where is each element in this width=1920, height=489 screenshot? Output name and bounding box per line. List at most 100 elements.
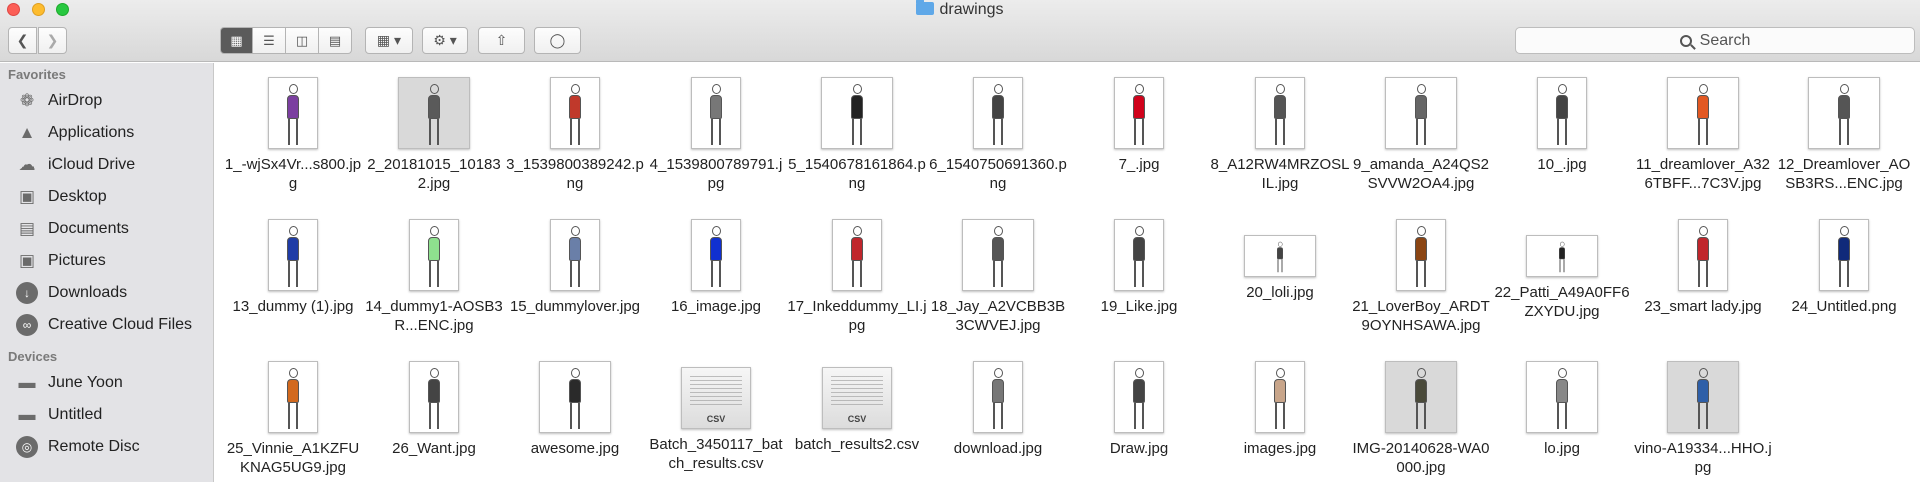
image-thumbnail [691, 77, 741, 149]
gallery-icon: ▤ [328, 32, 342, 48]
file-item[interactable]: 11_dreamlover_A326TBFF...7C3V.jpg [1633, 65, 1773, 205]
share-button[interactable]: ⇧ [478, 27, 525, 54]
list-icon: ☰ [263, 32, 275, 48]
sidebar-item-june-yoon[interactable]: ▬ June Yoon [0, 367, 213, 399]
file-item[interactable]: Draw.jpg [1069, 349, 1209, 489]
image-thumbnail [1808, 77, 1880, 149]
sidebar-item-label: AirDrop [48, 92, 103, 109]
tags-button[interactable]: ◯ [534, 27, 581, 54]
icon-view-button[interactable]: ▦ [220, 27, 253, 54]
sidebar-item-documents[interactable]: ▤ Documents [0, 213, 213, 245]
sidebar-item-remote-disc[interactable]: ◎ Remote Disc [0, 431, 213, 463]
image-thumbnail [1114, 77, 1164, 149]
file-item[interactable]: 24_Untitled.png [1774, 207, 1914, 347]
sidebar-item-icloud-drive[interactable]: ☁ iCloud Drive [0, 149, 213, 181]
file-name: Batch_3450117_batch_results.csv [649, 436, 783, 472]
file-item[interactable]: 20_loli.jpg [1210, 207, 1350, 347]
sidebar-item-downloads[interactable]: ↓ Downloads [0, 277, 213, 309]
sidebar-item-airdrop[interactable]: ❁ AirDrop [0, 85, 213, 117]
image-thumbnail [1678, 219, 1728, 291]
file-item[interactable]: 23_smart lady.jpg [1633, 207, 1773, 347]
grid-icon: ▦ [230, 32, 243, 48]
gallery-view-button[interactable]: ▤ [319, 27, 352, 54]
arrange-button[interactable]: ▦ ▾ [365, 27, 413, 54]
file-item[interactable]: lo.jpg [1492, 349, 1632, 489]
file-item[interactable]: 26_Want.jpg [364, 349, 504, 489]
sidebar-item-label: Applications [48, 124, 135, 141]
csv-file-icon: CSV [681, 367, 751, 429]
image-thumbnail [550, 77, 600, 149]
file-item[interactable]: 2_20181015_101832.jpg [364, 65, 504, 205]
sidebar-item-label: iCloud Drive [48, 156, 136, 173]
file-item[interactable]: IMG-20140628-WA0000.jpg [1351, 349, 1491, 489]
sidebar-item-desktop[interactable]: ▣ Desktop [0, 181, 213, 213]
file-name: vino-A19334...HHO.jpg [1634, 440, 1772, 476]
file-item[interactable]: 6_1540750691360.png [928, 65, 1068, 205]
sidebar-item-creative-cloud-files[interactable]: ∞ Creative Cloud Files [0, 309, 213, 341]
file-item[interactable]: 13_dummy (1).jpg [223, 207, 363, 347]
back-button[interactable]: ❮ [8, 27, 37, 54]
arrange-grid-icon: ▦ ▾ [376, 32, 402, 48]
file-item[interactable]: 21_LoverBoy_ARDT9OYNHSAWA.jpg [1351, 207, 1491, 347]
sidebar-item-label: Creative Cloud Files [48, 316, 193, 333]
desktop-icon: ▣ [18, 187, 36, 206]
file-item[interactable]: 9_amanda_A24QS2SVVW2OA4.jpg [1351, 65, 1491, 205]
file-item[interactable]: 19_Like.jpg [1069, 207, 1209, 347]
file-item[interactable]: download.jpg [928, 349, 1068, 489]
figure-drawing [569, 362, 581, 429]
sidebar-item-applications[interactable]: ▲ Applications [0, 117, 213, 149]
search-field[interactable]: Search [1515, 27, 1915, 54]
chevron-left-icon: ❮ [16, 32, 29, 48]
sidebar-item-label: Remote Disc [48, 438, 140, 455]
figure-drawing [287, 362, 299, 429]
image-thumbnail [539, 361, 611, 433]
file-item[interactable]: 12_Dreamlover_AOSB3RS...ENC.jpg [1774, 65, 1914, 205]
sidebar-item-label: Documents [48, 220, 129, 237]
image-thumbnail [1667, 77, 1739, 149]
file-item[interactable]: 17_Inkeddummy_LI.jpg [787, 207, 927, 347]
sidebar: Favorites ❁ AirDrop ▲ Applications ☁ iCloud D… [0, 63, 214, 482]
file-name: 11_dreamlover_A326TBFF...7C3V.jpg [1636, 156, 1770, 192]
columns-icon: ◫ [295, 32, 309, 48]
file-item[interactable]: 10_.jpg [1492, 65, 1632, 205]
forward-button[interactable]: ❯ [38, 27, 67, 54]
computer-icon: ▬ [18, 373, 36, 392]
sidebar-item-untitled[interactable]: ▬ Untitled [0, 399, 213, 431]
file-item[interactable]: images.jpg [1210, 349, 1350, 489]
figure-drawing [1415, 220, 1427, 287]
file-item[interactable]: 3_1539800389242.png [505, 65, 645, 205]
file-item[interactable]: vino-A19334...HHO.jpg [1633, 349, 1773, 489]
action-button[interactable]: ⚙ ▾ [422, 27, 468, 54]
view-mode-switcher: ▦ ☰ ◫ ▤ [220, 27, 352, 54]
file-item[interactable]: 4_1539800789791.jpg [646, 65, 786, 205]
file-item[interactable]: 22_Patti_A49A0FF6ZXYDU.jpg [1492, 207, 1632, 347]
image-thumbnail [973, 361, 1023, 433]
image-thumbnail [268, 77, 318, 149]
file-item[interactable]: 7_.jpg [1069, 65, 1209, 205]
list-view-button[interactable]: ☰ [253, 27, 286, 54]
image-thumbnail [1385, 361, 1457, 433]
file-item[interactable]: 14_dummy1-AOSB3R...ENC.jpg [364, 207, 504, 347]
file-item[interactable]: CSV batch_results2.csv [787, 349, 927, 489]
file-item[interactable]: 8_A12RW4MRZOSLIL.jpg [1210, 65, 1350, 205]
airdrop-icon: ❁ [19, 91, 35, 110]
file-item[interactable]: 18_Jay_A2VCBB3B3CWVEJ.jpg [928, 207, 1068, 347]
figure-drawing [992, 362, 1004, 429]
file-item[interactable]: 16_image.jpg [646, 207, 786, 347]
figure-drawing [1415, 78, 1427, 145]
sidebar-item-pictures[interactable]: ▣ Pictures [0, 245, 213, 277]
image-thumbnail [1255, 361, 1305, 433]
file-item[interactable]: 1_-wjSx4Vr...s800.jpg [223, 65, 363, 205]
column-view-button[interactable]: ◫ [286, 27, 319, 54]
figure-drawing [1559, 239, 1565, 273]
file-item[interactable]: 15_dummylover.jpg [505, 207, 645, 347]
file-item[interactable]: 5_1540678161864.png [787, 65, 927, 205]
figure-drawing [1133, 78, 1145, 145]
image-thumbnail [398, 77, 470, 149]
file-item[interactable]: 25_Vinnie_A1KZFUKNAG5UG9.jpg [223, 349, 363, 489]
file-item[interactable]: awesome.jpg [505, 349, 645, 489]
image-thumbnail [1114, 219, 1164, 291]
file-item[interactable]: CSV Batch_3450117_batch_results.csv [646, 349, 786, 489]
file-name: 12_Dreamlover_AOSB3RS...ENC.jpg [1777, 156, 1911, 192]
sidebar-item-label: Untitled [48, 406, 103, 423]
